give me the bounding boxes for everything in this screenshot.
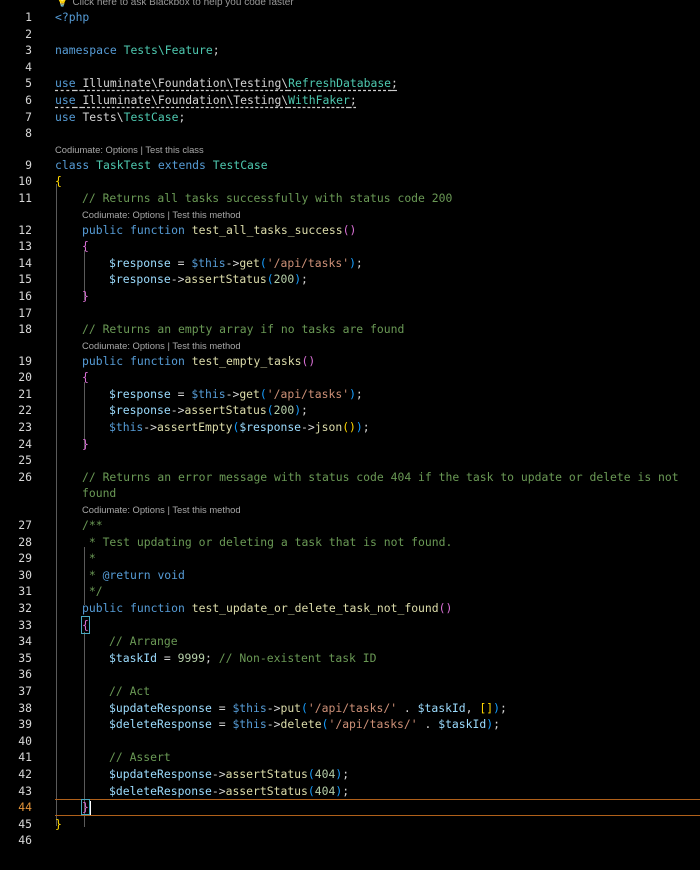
line-number: 19 bbox=[18, 353, 32, 368]
line-number: 26 bbox=[18, 469, 32, 484]
line-number: 33 bbox=[18, 617, 32, 632]
code-line[interactable]: $response->assertStatus(200); bbox=[109, 271, 308, 288]
line-number: 32 bbox=[18, 601, 32, 615]
code-line[interactable]: use Illuminate\Foundation\Testing\WithFa… bbox=[55, 92, 357, 109]
line-number: 17 bbox=[18, 305, 32, 320]
line-number: 44 bbox=[18, 800, 32, 815]
line-number: 42 bbox=[18, 766, 32, 781]
line-number: 28 bbox=[18, 534, 32, 549]
line-number: 35 bbox=[18, 650, 32, 665]
code-line[interactable]: public function test_empty_tasks() bbox=[82, 353, 315, 370]
line-number: 2 bbox=[25, 26, 32, 41]
line-number: 29 bbox=[18, 551, 32, 566]
codelens-method[interactable]: Codiumate: Options | Test this method bbox=[0, 338, 700, 353]
text-cursor bbox=[88, 800, 91, 815]
code-line[interactable]: public function test_update_or_delete_ta… bbox=[82, 600, 452, 617]
code-line[interactable]: <?php bbox=[55, 9, 89, 26]
line-number: 4 bbox=[25, 59, 32, 74]
code-line[interactable]: $taskId = 9999; // Non-existent task ID bbox=[109, 650, 376, 667]
matched-bracket: { bbox=[81, 615, 90, 635]
hint-text: Click here to ask Blackbox to help you c… bbox=[72, 0, 294, 8]
line-number: 18 bbox=[18, 322, 32, 337]
code-line[interactable]: $deleteResponse->assertStatus(404); bbox=[109, 783, 349, 800]
codelens-class[interactable]: Codiumate: Options | Test this class bbox=[0, 142, 700, 157]
line-number: 20 bbox=[18, 370, 32, 385]
code-line[interactable]: /** bbox=[82, 517, 103, 534]
line-number: 22 bbox=[18, 403, 32, 418]
codelens-method[interactable]: Codiumate: Options | Test this method bbox=[0, 502, 700, 517]
line-number: 27 bbox=[18, 518, 32, 533]
code-line[interactable]: // Act bbox=[109, 683, 150, 700]
code-line[interactable]: use Illuminate\Foundation\Testing\Refres… bbox=[55, 75, 398, 92]
blackbox-hint[interactable]: 💡 Click here to ask Blackbox to help you … bbox=[56, 0, 294, 9]
lightbulb-icon: 💡 bbox=[56, 0, 69, 8]
code-line[interactable]: namespace Tests\Feature; bbox=[55, 42, 220, 59]
code-line[interactable]: * bbox=[82, 550, 96, 567]
line-number: 37 bbox=[18, 683, 32, 698]
line-number: 46 bbox=[18, 833, 32, 848]
line-number: 6 bbox=[25, 92, 32, 107]
line-number: 1 bbox=[25, 10, 32, 24]
line-number: 16 bbox=[18, 288, 32, 303]
line-number: 21 bbox=[18, 386, 32, 401]
line-number: 9 bbox=[25, 157, 32, 172]
line-number: 5 bbox=[25, 76, 32, 91]
line-number: 38 bbox=[18, 700, 32, 715]
line-number: 13 bbox=[18, 239, 32, 254]
code-editor[interactable]: 1 <?php 2 3 namespace Tests\Feature; 4 5 us… bbox=[0, 9, 700, 849]
active-line[interactable]: 44} bbox=[0, 799, 700, 817]
line-number: 34 bbox=[18, 634, 32, 649]
line-number: 3 bbox=[25, 43, 32, 58]
codelens-method[interactable]: Codiumate: Options | Test this method bbox=[0, 207, 700, 222]
matched-bracket: } bbox=[81, 799, 90, 816]
line-number: 45 bbox=[18, 816, 32, 831]
line-number: 14 bbox=[18, 255, 32, 270]
code-line[interactable]: // Arrange bbox=[109, 633, 178, 650]
line-number: 41 bbox=[18, 750, 32, 765]
code-line[interactable]: $updateResponse = $this->put('/api/tasks… bbox=[109, 700, 507, 717]
code-line[interactable]: */ bbox=[82, 583, 103, 600]
line-number: 15 bbox=[18, 272, 32, 287]
code-line[interactable]: class TaskTest extends TestCase bbox=[55, 157, 268, 174]
code-line[interactable]: * Test updating or deleting a task that … bbox=[82, 534, 452, 551]
line-number: 43 bbox=[18, 783, 32, 798]
code-line[interactable]: // Returns all tasks successfully with s… bbox=[82, 190, 452, 207]
line-number: 8 bbox=[25, 126, 32, 141]
code-line[interactable]: $deleteResponse = $this->delete('/api/ta… bbox=[109, 716, 500, 733]
code-line[interactable]: // Assert bbox=[109, 749, 171, 766]
code-line[interactable]: $this->assertEmpty($response->json()); bbox=[109, 419, 370, 436]
code-line[interactable]: $updateResponse->assertStatus(404); bbox=[109, 766, 349, 783]
line-number: 30 bbox=[18, 567, 32, 582]
code-line[interactable]: $response = $this->get('/api/tasks'); bbox=[109, 386, 363, 403]
line-number: 23 bbox=[18, 420, 32, 435]
line-number: 25 bbox=[18, 453, 32, 468]
code-line[interactable]: $response->assertStatus(200); bbox=[109, 402, 308, 419]
code-line[interactable]: // Returns an error message with status … bbox=[82, 469, 679, 486]
line-number: 7 bbox=[25, 109, 32, 124]
line-number: 36 bbox=[18, 667, 32, 682]
code-line[interactable]: $response = $this->get('/api/tasks'); bbox=[109, 255, 363, 272]
code-line[interactable]: public function test_all_tasks_success() bbox=[82, 222, 356, 239]
code-line-wrap[interactable]: found bbox=[82, 485, 116, 502]
code-line[interactable]: * @return void bbox=[82, 567, 185, 584]
code-line[interactable]: use Tests\TestCase; bbox=[55, 109, 185, 126]
line-number: 10 bbox=[18, 174, 32, 189]
line-number: 40 bbox=[18, 733, 32, 748]
line-number: 31 bbox=[18, 584, 32, 599]
line-number: 24 bbox=[18, 436, 32, 451]
line-number: 12 bbox=[18, 222, 32, 237]
line-number: 39 bbox=[18, 717, 32, 732]
code-line[interactable]: // Returns an empty array if no tasks ar… bbox=[82, 321, 404, 338]
line-number: 11 bbox=[18, 190, 32, 205]
